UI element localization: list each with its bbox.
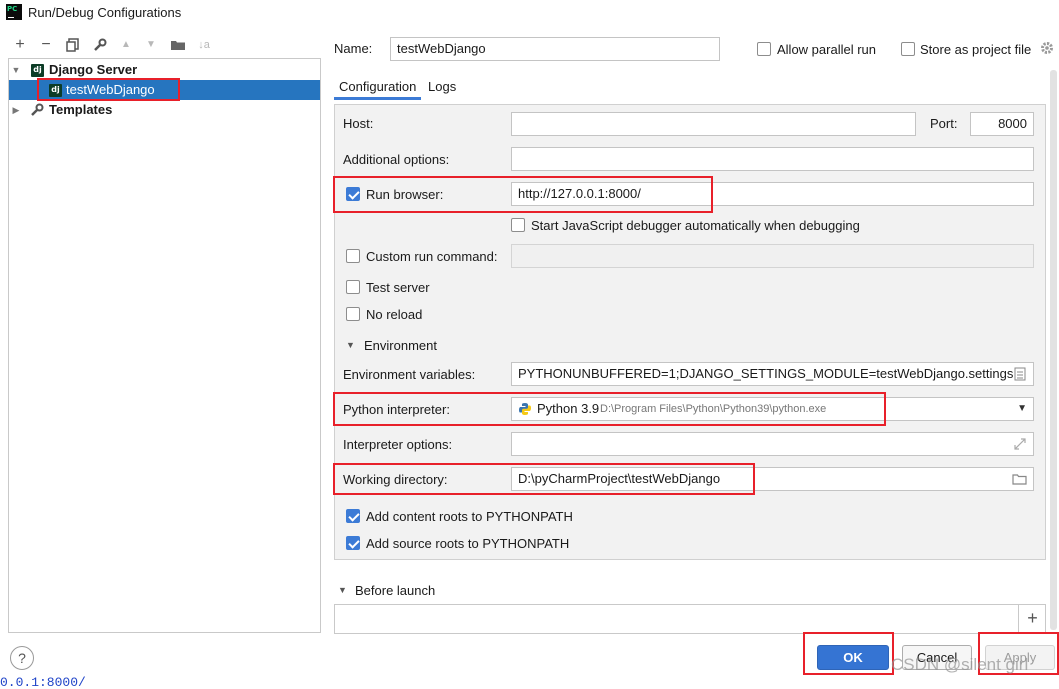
move-up-button[interactable]: ▲ (116, 34, 136, 56)
python-interpreter-label: Python interpreter: (343, 402, 450, 417)
no-reload-label: No reload (366, 307, 423, 322)
django-icon: dj (31, 64, 44, 77)
watermark: CSDN @silent girl (891, 655, 1029, 674)
tab-logs[interactable]: Logs (428, 79, 456, 94)
window-title: Run/Debug Configurations (28, 5, 182, 20)
copy-icon (66, 38, 79, 52)
env-vars-label: Environment variables: (343, 367, 476, 382)
test-server-checkbox[interactable] (346, 280, 360, 294)
folder-icon (171, 41, 185, 50)
content-roots-checkbox[interactable] (346, 509, 360, 523)
custom-run-input (511, 244, 1034, 268)
python-icon (519, 403, 531, 415)
run-browser-label: Run browser: (366, 187, 444, 202)
tree-item-label: testWebDjango (66, 82, 155, 97)
env-vars-value: PYTHONUNBUFFERED=1;DJANGO_SETTINGS_MODUL… (518, 366, 1014, 381)
dropdown-arrow-icon[interactable]: ▼ (1017, 398, 1027, 420)
python-interpreter-select[interactable]: Python 3.9 D:\Program Files\Python\Pytho… (511, 397, 1034, 421)
remove-config-button[interactable]: − (36, 34, 56, 56)
new-folder-button[interactable] (168, 34, 188, 56)
interpreter-name: Python 3.9 (537, 401, 600, 416)
gear-icon[interactable] (1040, 41, 1054, 55)
before-launch-add-button[interactable]: + (1018, 604, 1046, 634)
additional-options-input[interactable] (511, 147, 1034, 171)
tree-group-label: Django Server (49, 62, 138, 77)
port-label: Port: (930, 116, 958, 131)
move-down-button[interactable]: ▼ (141, 34, 161, 56)
django-icon: dj (49, 84, 62, 97)
host-input[interactable] (511, 112, 916, 136)
run-browser-url-input[interactable]: http://127.0.0.1:8000/ (511, 182, 1034, 206)
port-input[interactable]: 8000 (970, 112, 1034, 136)
allow-parallel-checkbox[interactable] (757, 42, 771, 56)
source-roots-label: Add source roots to PYTHONPATH (366, 536, 570, 551)
content-roots-label: Add content roots to PYTHONPATH (366, 509, 573, 524)
store-project-checkbox[interactable] (901, 42, 915, 56)
host-label: Host: (343, 116, 374, 131)
configuration-panel (334, 104, 1046, 560)
ok-button[interactable]: OK (817, 645, 889, 670)
interpreter-path: D:\Program Files\Python\Python39\python.… (600, 403, 827, 415)
interpreter-options-input[interactable] (511, 432, 1034, 456)
interpreter-options-label: Interpreter options: (343, 437, 453, 452)
custom-run-label: Custom run command: (366, 249, 498, 264)
scrollbar[interactable] (1050, 70, 1057, 630)
custom-run-checkbox[interactable] (346, 249, 360, 263)
tab-configuration[interactable]: Configuration (339, 79, 416, 94)
wrench-icon (31, 103, 44, 116)
expand-icon[interactable] (1014, 438, 1026, 450)
active-tab-indicator (334, 97, 421, 100)
expand-arrow-icon[interactable]: ▼ (11, 60, 21, 80)
working-directory-label: Working directory: (343, 472, 448, 487)
environment-section-label: Environment (364, 338, 437, 353)
configuration-tree[interactable]: ▼ dj Django Server dj testWebDjango ▶ Te… (8, 58, 321, 633)
name-label: Name: (334, 41, 373, 56)
name-input[interactable]: testWebDjango (390, 37, 720, 61)
before-launch-label: Before launch (355, 583, 436, 598)
tree-group-django-server[interactable]: ▼ dj Django Server (9, 60, 320, 80)
no-reload-checkbox[interactable] (346, 307, 360, 321)
background-url-text: 0.0.1:8000/ (0, 675, 86, 689)
title-bar: PC Run/Debug Configurations (0, 0, 1059, 26)
run-browser-checkbox[interactable] (346, 187, 360, 201)
sort-button[interactable]: ↓a (194, 34, 214, 56)
wrench-icon (94, 38, 107, 51)
config-toolbar: + − ▲ ▼ ↓a (8, 34, 328, 56)
help-button[interactable]: ? (10, 646, 34, 670)
pycharm-app-icon: PC (6, 4, 22, 20)
working-directory-input[interactable]: D:\pyCharmProject\testWebDjango (511, 467, 1034, 491)
edit-templates-button[interactable] (90, 34, 110, 56)
collapse-arrow-icon[interactable]: ▶ (11, 100, 21, 120)
env-vars-input[interactable]: PYTHONUNBUFFERED=1;DJANGO_SETTINGS_MODUL… (511, 362, 1034, 386)
environment-collapse-icon[interactable]: ▼ (346, 340, 355, 350)
test-server-label: Test server (366, 280, 430, 295)
tree-item-testwebdjango[interactable]: dj testWebDjango (9, 80, 320, 100)
tree-templates-label: Templates (49, 102, 113, 117)
browse-document-icon[interactable] (1014, 367, 1026, 381)
tree-group-templates[interactable]: ▶ Templates (9, 100, 320, 120)
additional-options-label: Additional options: (343, 152, 450, 167)
copy-config-button[interactable] (63, 34, 83, 56)
before-launch-collapse-icon[interactable]: ▼ (338, 585, 347, 595)
folder-icon[interactable] (1012, 473, 1027, 485)
allow-parallel-label: Allow parallel run (777, 42, 876, 57)
store-project-label: Store as project file (920, 42, 1032, 57)
add-config-button[interactable]: + (10, 34, 30, 56)
js-debugger-label: Start JavaScript debugger automatically … (531, 218, 860, 233)
js-debugger-checkbox[interactable] (511, 218, 525, 232)
source-roots-checkbox[interactable] (346, 536, 360, 550)
before-launch-list[interactable] (334, 604, 1046, 634)
